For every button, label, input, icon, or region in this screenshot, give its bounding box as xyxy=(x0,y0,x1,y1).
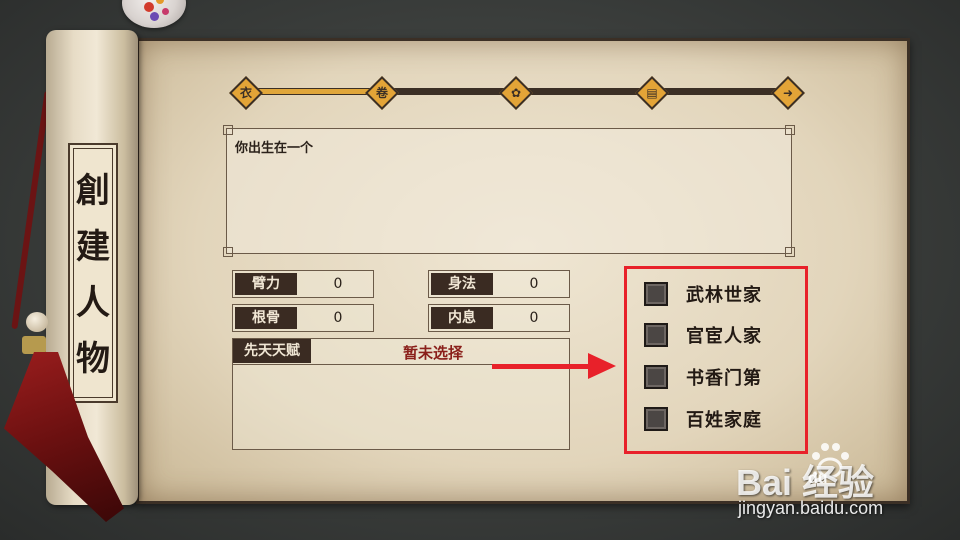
watermark-brand: Bai 经验 xyxy=(736,462,875,503)
stat-label: 臂力 xyxy=(235,273,297,295)
option-commoner-family[interactable]: 百姓家庭 xyxy=(640,405,790,433)
scroll-icon: 卷 xyxy=(375,86,388,100)
stat-strength: 臂力 0 xyxy=(232,270,374,298)
option-label: 官宦人家 xyxy=(686,326,762,347)
frame-corner xyxy=(785,125,795,135)
tassel-cord xyxy=(11,90,51,330)
title-char: 人 xyxy=(76,283,110,323)
frame-corner xyxy=(223,125,233,135)
stat-inner-breath: 内息 0 xyxy=(428,304,570,332)
option-label: 武林世家 xyxy=(686,285,762,306)
annotation-arrow-line xyxy=(492,364,592,369)
origin-description-text: 你出生在一个 xyxy=(235,141,314,156)
stat-label: 根骨 xyxy=(235,307,297,329)
option-label: 百姓家庭 xyxy=(686,410,762,431)
checkbox[interactable] xyxy=(644,407,668,431)
arrow-right-icon: ➜ xyxy=(782,86,794,100)
progress-fill xyxy=(244,89,381,94)
stat-label: 身法 xyxy=(431,273,493,295)
title-char: 建 xyxy=(76,227,110,267)
checkbox[interactable] xyxy=(644,323,668,347)
book-icon: ▤ xyxy=(646,86,658,100)
frame-corner xyxy=(223,247,233,257)
tassel-knot xyxy=(22,336,46,354)
stat-value: 0 xyxy=(333,310,343,326)
stat-value: 0 xyxy=(529,310,539,326)
option-label: 书香门第 xyxy=(686,368,762,389)
title-char: 物 xyxy=(76,339,110,379)
title-char: 創 xyxy=(76,171,110,211)
tassel-bead xyxy=(26,312,48,332)
frame-corner xyxy=(785,247,795,257)
checkbox[interactable] xyxy=(644,282,668,306)
option-official-family[interactable]: 官宦人家 xyxy=(640,321,790,349)
option-scholar-family[interactable]: 书香门第 xyxy=(640,363,790,391)
option-martial-family[interactable]: 武林世家 xyxy=(640,280,790,308)
innate-talent-value: 暂未选择 xyxy=(403,344,464,362)
stat-label: 内息 xyxy=(431,307,493,329)
watermark-url: jingyan.baidu.com xyxy=(738,498,884,518)
robe-icon: 衣 xyxy=(239,86,252,100)
stat-agility: 身法 0 xyxy=(428,270,570,298)
annotation-arrow-head xyxy=(588,353,616,379)
scroll-title: 創 建 人 物 xyxy=(68,143,118,403)
stat-value: 0 xyxy=(333,276,343,292)
top-orb-ornament xyxy=(122,0,186,28)
checkbox[interactable] xyxy=(644,365,668,389)
stat-constitution: 根骨 0 xyxy=(232,304,374,332)
watermark-du: du xyxy=(808,470,828,487)
innate-talent-label: 先天天赋 xyxy=(233,339,311,363)
stat-value: 0 xyxy=(529,276,539,292)
lotus-icon: ✿ xyxy=(510,86,522,100)
origin-description-panel: 你出生在一个 xyxy=(223,125,795,257)
innate-talent-panel: 先天天赋 暂未选择 xyxy=(232,338,570,450)
